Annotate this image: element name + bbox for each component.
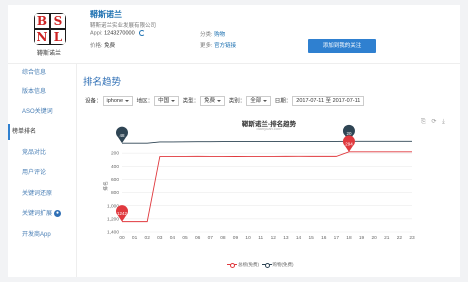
x-tick-label: 00: [119, 235, 125, 241]
x-tick-label: 08: [220, 235, 226, 241]
more-label: 更多:: [200, 43, 213, 49]
more-row: 更多: 官方链接: [200, 41, 236, 49]
sidebar-item-label: 用户评论: [22, 170, 47, 176]
series-line-0: [122, 151, 412, 223]
rank-trend-chart: 2004006008001,0001,2001,400排名00 01 02 03 04 0…: [102, 124, 415, 241]
y-tick-label: 1,200: [107, 216, 119, 222]
y-tick-label: 200: [111, 151, 119, 157]
refresh-icon[interactable]: [139, 30, 146, 36]
sidebar-item-aso-keywords[interactable]: ASO关键词: [8, 104, 76, 120]
app-icon-letter: N: [35, 30, 49, 44]
x-tick-label: 01: [132, 235, 138, 241]
x-tick-label: 06: [195, 235, 201, 241]
series-line-1: [122, 140, 412, 144]
official-link[interactable]: 官方链接: [214, 43, 236, 49]
app-title[interactable]: 鞯斯诺兰: [90, 9, 122, 20]
sidebar-item-label: ASO关键词: [22, 109, 53, 115]
sidebar-item-reviews[interactable]: 用户评论: [8, 165, 76, 181]
sidebar-item-label: 综合信息: [22, 70, 47, 76]
sidebar-item-label: 竞品对比: [22, 150, 47, 156]
appid-value: 1243270000: [104, 30, 135, 37]
x-tick-label: 02: [145, 235, 151, 241]
x-tick-label: 07: [208, 235, 214, 241]
sidebar-item-label: 版本信息: [22, 89, 47, 95]
x-tick-label: 20: [372, 235, 378, 241]
sidebar-item-label: 关键词还原: [22, 191, 53, 197]
app-icon-letter: S: [51, 14, 65, 28]
legend-series-0[interactable]: 总榜(免费): [238, 262, 259, 267]
x-tick-label: 21: [384, 235, 390, 241]
app-icon: B S N L: [34, 13, 66, 45]
category-link[interactable]: 购物: [214, 32, 225, 38]
y-tick-label: 400: [111, 164, 119, 170]
sidebar-item-rankings[interactable]: 榜单排名: [8, 124, 76, 140]
y-tick-label: 1,400: [107, 230, 119, 236]
chart-legend: 总榜(免费) 购物(免费): [227, 262, 294, 268]
x-tick-label: 13: [283, 235, 289, 241]
sidebar-item-versions[interactable]: 版本信息: [8, 84, 76, 100]
x-tick-label: 16: [321, 235, 327, 241]
category-label: 分类:: [200, 32, 213, 38]
data-pin-label: 1242: [117, 211, 128, 216]
sidebar-item-keyword-expand[interactable]: 关键词扩展 ●: [8, 206, 76, 222]
sidebar-item-keyword-restore[interactable]: 关键词还原: [8, 186, 76, 202]
price-row: 价格: 免费: [90, 41, 115, 49]
x-tick-label: 11: [258, 235, 263, 241]
sidebar: 综合信息 版本信息 ASO关键词 榜单排名 竞品对比 用户评论 关键词还原 关键…: [8, 63, 76, 277]
sidebar-item-label: 开发商App: [22, 232, 51, 238]
x-tick-label: 22: [397, 235, 403, 241]
app-icon-letter: L: [51, 30, 65, 44]
data-pin-label: 48: [119, 133, 125, 138]
app-icon-letter: B: [35, 14, 49, 28]
main-panel: 排名趋势 设备： iphone 地区： 中国 类型： 免费 类别： 全部 日期： 2017…: [76, 63, 460, 277]
x-tick-label: 10: [245, 235, 251, 241]
sidebar-item-label: 榜单排名: [12, 129, 37, 135]
x-tick-label: 05: [182, 235, 188, 241]
add-follow-button[interactable]: 添加到我的关注: [308, 39, 376, 53]
app-header: B S N L 鞯斯诺兰 鞯斯诺兰 鞯斯诺兰实业发展有限公司 Appi: 124…: [8, 5, 460, 63]
y-axis-label: 排名: [102, 181, 109, 191]
appid-row: Appi: 1243270000: [90, 30, 146, 37]
appid-label: Appi:: [90, 30, 103, 37]
x-tick-label: 09: [233, 235, 239, 241]
data-pin-label: 294: [345, 141, 353, 146]
legend-series-1[interactable]: 购物(免费): [273, 262, 294, 267]
y-tick-label: 800: [111, 190, 119, 196]
legend-dark-marker: [261, 262, 272, 268]
info-badge-icon: ●: [54, 209, 62, 217]
x-tick-label: 04: [170, 235, 176, 241]
price-label: 价格:: [90, 43, 103, 49]
y-tick-label: 600: [111, 177, 119, 183]
price-value: 免费: [104, 43, 116, 49]
sidebar-item-competitors[interactable]: 竞品对比: [8, 145, 76, 161]
category-row: 分类: 购物: [200, 30, 225, 38]
x-tick-label: 15: [308, 235, 314, 241]
x-tick-label: 12: [271, 235, 277, 241]
sidebar-item-developer-apps[interactable]: 开发商App: [8, 227, 76, 243]
x-tick-label: 14: [296, 235, 302, 241]
x-tick-label: 18: [346, 235, 352, 241]
legend-red-marker: [227, 262, 237, 268]
x-tick-label: 03: [157, 235, 163, 241]
data-pin-label: 20: [346, 131, 352, 136]
x-tick-label: 23: [409, 235, 415, 241]
sidebar-item-overview[interactable]: 综合信息: [8, 65, 76, 81]
x-tick-label: 17: [334, 235, 340, 241]
app-company[interactable]: 鞯斯诺兰实业发展有限公司: [90, 21, 156, 29]
app-name-caption: 鞯斯诺兰: [36, 51, 61, 57]
x-tick-label: 19: [359, 235, 365, 241]
sidebar-item-label: 关键词扩展: [22, 211, 53, 217]
